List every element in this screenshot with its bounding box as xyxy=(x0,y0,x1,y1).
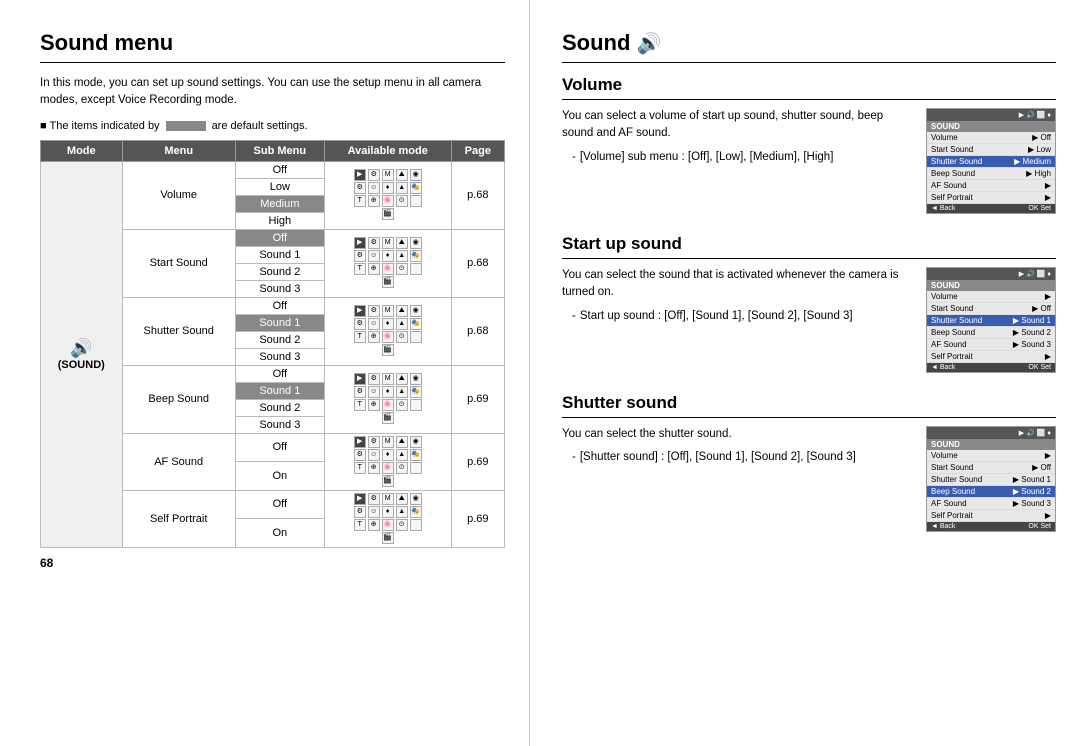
submenu-cell: Off xyxy=(235,229,324,246)
mini-menu-row: Self Portrait▶ xyxy=(927,510,1055,522)
mini-menu-shutter: ▶ 🔊 ⬜ ♦SOUNDVolume▶Start Sound▶ OffShutt… xyxy=(926,426,1056,532)
heading-volume: Volume xyxy=(562,75,1056,100)
section-shutter: Shutter sound You can select the shutter … xyxy=(562,393,1056,532)
right-panel: Sound 🔊 Volume You can select a volume of… xyxy=(530,0,1080,746)
submenu-cell: High xyxy=(235,212,324,229)
left-title: Sound menu xyxy=(40,30,505,63)
submenu-cell: Sound 2 xyxy=(235,399,324,416)
section-body-volume: You can select a volume of start up soun… xyxy=(562,108,1056,214)
page-cell: p.68 xyxy=(451,229,504,297)
mini-menu-row: Shutter Sound▶ Sound 1 xyxy=(927,474,1055,486)
page-cell: p.69 xyxy=(451,433,504,490)
available-mode-cell: ▶ ⚙ M ⛰ ◉ ⚙ ☺ ♦ ▲ 🎭 T ⊕ xyxy=(324,229,451,297)
submenu-cell: Sound 1 xyxy=(235,246,324,263)
section-body-startup: You can select the sound that is activat… xyxy=(562,267,1056,373)
mini-menu-back: ◄ Back xyxy=(931,364,955,371)
mini-menu-row: Beep Sound▶ Sound 2 xyxy=(927,486,1055,498)
section-body-shutter: You can select the shutter sound. [Shutte… xyxy=(562,426,1056,532)
heading-shutter: Shutter sound xyxy=(562,393,1056,418)
submenu-cell: Off xyxy=(235,433,324,462)
mini-menu-ok: OK Set xyxy=(1028,523,1051,530)
available-mode-cell: ▶ ⚙ M ⛰ ◉ ⚙ ☺ ♦ ▲ 🎭 T ⊕ xyxy=(324,490,451,547)
heading-startup: Start up sound xyxy=(562,234,1056,259)
mini-menu-row: Volume▶ Off xyxy=(927,132,1055,144)
available-mode-cell: ▶ ⚙ M ⛰ ◉ ⚙ ☺ ♦ ▲ 🎭 T ⊕ xyxy=(324,297,451,365)
available-mode-cell: ▶ ⚙ M ⛰ ◉ ⚙ ☺ ♦ ▲ 🎭 T ⊕ xyxy=(324,161,451,229)
bullet-volume: [Volume] sub menu : [Off], [Low], [Mediu… xyxy=(572,151,912,163)
submenu-cell: On xyxy=(235,519,324,548)
available-mode-cell: ▶ ⚙ M ⛰ ◉ ⚙ ☺ ♦ ▲ 🎭 T ⊕ xyxy=(324,365,451,433)
col-menu: Menu xyxy=(122,140,235,161)
sound-icon-title: 🔊 xyxy=(637,33,662,55)
section-text-shutter: You can select the shutter sound. xyxy=(562,426,912,443)
mode-cell: 🔊(SOUND) xyxy=(41,161,123,547)
mini-menu-row: Volume▶ xyxy=(927,450,1055,462)
submenu-cell: Off xyxy=(235,161,324,178)
page-cell: p.69 xyxy=(451,365,504,433)
col-submenu: Sub Menu xyxy=(235,140,324,161)
mini-menu-row: Self Portrait▶ xyxy=(927,351,1055,363)
mini-menu-startup: ▶ 🔊 ⬜ ♦SOUNDVolume▶Start Sound▶ OffShutt… xyxy=(926,267,1056,373)
bullet-shutter: [Shutter sound] : [Off], [Sound 1], [Sou… xyxy=(572,451,912,463)
mini-menu-row: AF Sound▶ Sound 3 xyxy=(927,498,1055,510)
menu-table: Mode Menu Sub Menu Available mode Page 🔊… xyxy=(40,140,505,548)
mini-menu-ok: OK Set xyxy=(1028,205,1051,212)
submenu-cell: Low xyxy=(235,178,324,195)
menu-cell: Shutter Sound xyxy=(122,297,235,365)
submenu-cell: Sound 3 xyxy=(235,348,324,365)
menu-cell: AF Sound xyxy=(122,433,235,490)
available-mode-cell: ▶ ⚙ M ⛰ ◉ ⚙ ☺ ♦ ▲ 🎭 T ⊕ xyxy=(324,433,451,490)
menu-cell: Volume xyxy=(122,161,235,229)
default-note-post: are default settings. xyxy=(212,120,308,132)
mini-menu-ok: OK Set xyxy=(1028,364,1051,371)
menu-cell: Start Sound xyxy=(122,229,235,297)
page-cell: p.68 xyxy=(451,297,504,365)
submenu-cell: Off xyxy=(235,490,324,519)
bullet-startup: Start up sound : [Off], [Sound 1], [Soun… xyxy=(572,310,912,322)
section-text-volume: You can select a volume of start up soun… xyxy=(562,108,912,143)
mini-menu-volume: ▶ 🔊 ⬜ ♦SOUNDVolume▶ OffStart Sound▶ LowS… xyxy=(926,108,1056,214)
mini-menu-row: Beep Sound▶ Sound 2 xyxy=(927,327,1055,339)
left-panel: Sound menu In this mode, you can set up … xyxy=(0,0,530,746)
menu-cell: Self Portrait xyxy=(122,490,235,547)
submenu-cell: Sound 1 xyxy=(235,382,324,399)
submenu-cell: Off xyxy=(235,365,324,382)
submenu-cell: On xyxy=(235,462,324,491)
mini-menu-row: Self Portrait▶ xyxy=(927,192,1055,204)
default-note: ■ The items indicated by are default set… xyxy=(40,120,505,132)
page-number: 68 xyxy=(40,556,53,570)
col-available: Available mode xyxy=(324,140,451,161)
mini-menu-back: ◄ Back xyxy=(931,523,955,530)
submenu-cell: Off xyxy=(235,297,324,314)
submenu-cell: Sound 2 xyxy=(235,263,324,280)
mini-menu-row: Shutter Sound▶ Medium xyxy=(927,156,1055,168)
intro-text: In this mode, you can set up sound setti… xyxy=(40,75,505,110)
mini-menu-row: Volume▶ xyxy=(927,291,1055,303)
submenu-cell: Sound 3 xyxy=(235,416,324,433)
col-mode: Mode xyxy=(41,140,123,161)
mini-menu-row: Beep Sound▶ High xyxy=(927,168,1055,180)
mini-menu-row: AF Sound▶ Sound 3 xyxy=(927,339,1055,351)
submenu-cell: Sound 1 xyxy=(235,314,324,331)
mini-menu-row: Start Sound▶ Off xyxy=(927,303,1055,315)
section-text-startup: You can select the sound that is activat… xyxy=(562,267,912,302)
mini-menu-row: Start Sound▶ Low xyxy=(927,144,1055,156)
mini-menu-row: Start Sound▶ Off xyxy=(927,462,1055,474)
section-volume: Volume You can select a volume of start u… xyxy=(562,75,1056,214)
mini-menu-row: AF Sound▶ xyxy=(927,180,1055,192)
mini-menu-row: Shutter Sound▶ Sound 1 xyxy=(927,315,1055,327)
right-title: Sound 🔊 xyxy=(562,30,1056,63)
submenu-cell: Medium xyxy=(235,195,324,212)
page-cell: p.69 xyxy=(451,490,504,547)
section-startup: Start up sound You can select the sound t… xyxy=(562,234,1056,373)
page-cell: p.68 xyxy=(451,161,504,229)
table-row: 🔊(SOUND)VolumeOff ▶ ⚙ M ⛰ ◉ ⚙ ☺ ♦ ▲ � xyxy=(41,161,505,178)
submenu-cell: Sound 3 xyxy=(235,280,324,297)
mini-menu-back: ◄ Back xyxy=(931,205,955,212)
default-box xyxy=(166,121,206,131)
submenu-cell: Sound 2 xyxy=(235,331,324,348)
default-note-pre: ■ The items indicated by xyxy=(40,120,160,132)
menu-cell: Beep Sound xyxy=(122,365,235,433)
col-page: Page xyxy=(451,140,504,161)
